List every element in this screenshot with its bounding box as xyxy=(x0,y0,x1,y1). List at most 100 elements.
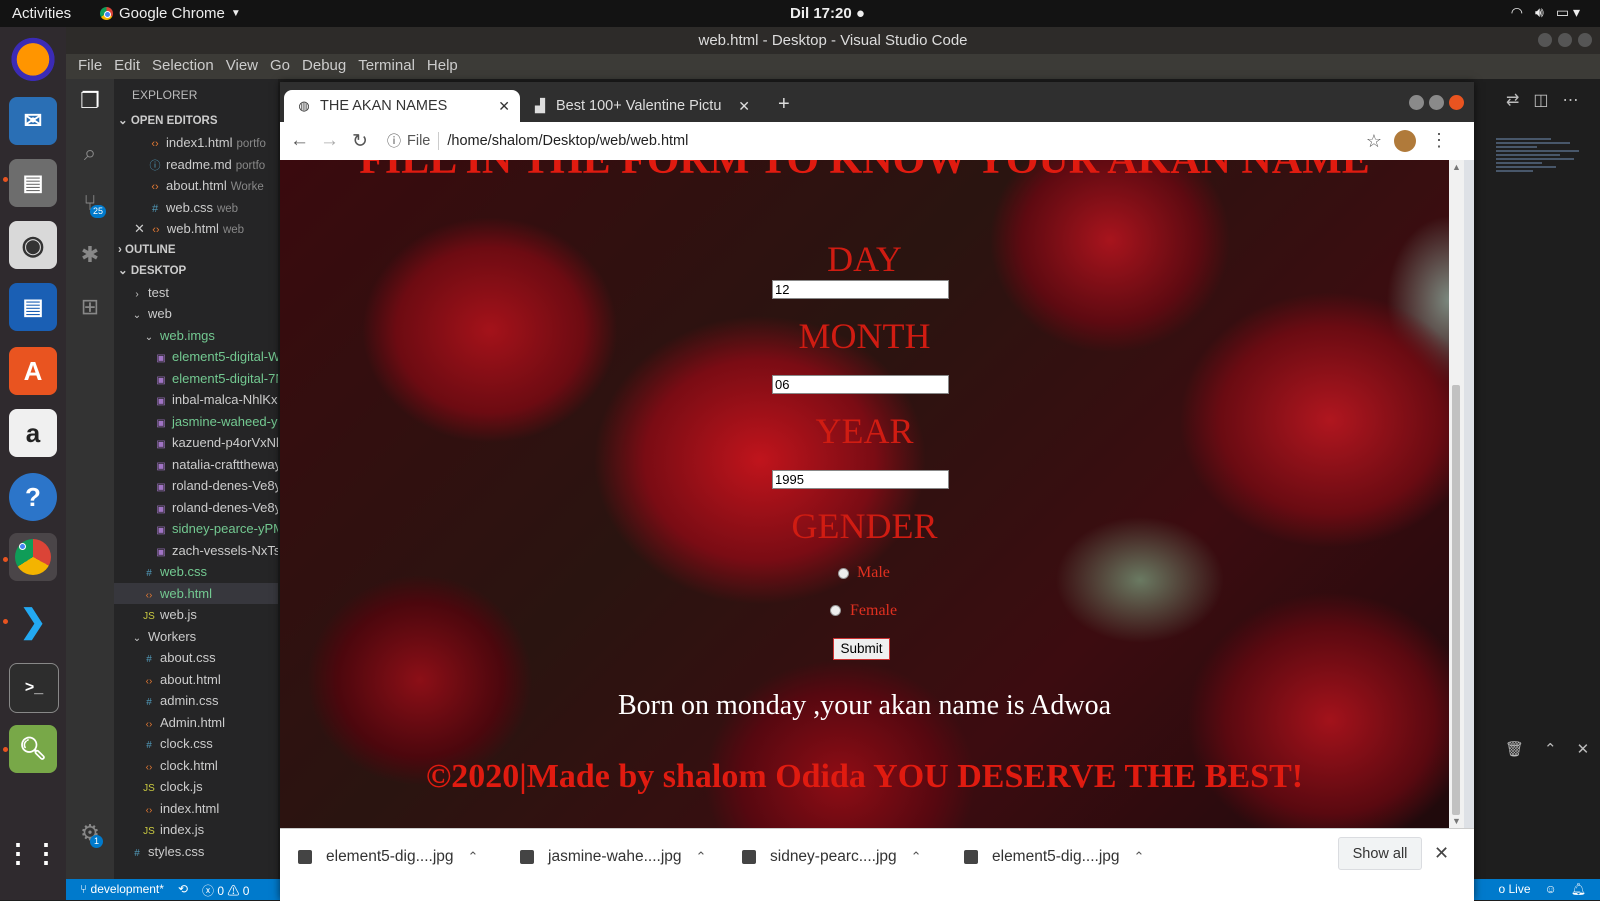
open-editor-item[interactable]: ‹› about.html Worke xyxy=(114,175,278,197)
download-item[interactable]: element5-dig....jpg ⌃ xyxy=(298,847,478,867)
minimize-icon[interactable] xyxy=(1409,95,1424,110)
month-input[interactable]: 06 xyxy=(772,375,949,394)
tree-item[interactable]: ▣ roland-denes-Ve8yy xyxy=(114,497,278,519)
show-all-button[interactable]: Show all xyxy=(1338,837,1422,870)
scroll-up-icon[interactable]: ▲ xyxy=(1452,162,1461,172)
forward-icon[interactable]: → xyxy=(320,130,339,152)
bookmark-star-icon[interactable]: ☆ xyxy=(1366,131,1382,152)
tree-item[interactable]: JS clock.js xyxy=(114,776,278,798)
info-icon[interactable]: ⓘ xyxy=(387,131,401,151)
back-icon[interactable]: ← xyxy=(290,130,309,152)
download-item[interactable]: jasmine-wahe....jpg ⌃ xyxy=(520,847,706,867)
tree-item[interactable]: ▣ element5-digital-7N xyxy=(114,368,278,390)
tree-item[interactable]: ▣ natalia-crafttheway xyxy=(114,454,278,476)
files-icon[interactable]: ▤ xyxy=(9,159,57,207)
maximize-icon[interactable] xyxy=(1429,95,1444,110)
feedback-icon[interactable]: ☺ xyxy=(1545,882,1557,896)
download-item[interactable]: element5-dig....jpg ⌃ xyxy=(964,847,1144,867)
menu-terminal[interactable]: Terminal xyxy=(352,54,421,79)
tree-item[interactable]: ▣ roland-denes-Ve8yy xyxy=(114,475,278,497)
scrollbar-thumb[interactable] xyxy=(1452,385,1460,815)
rhythmbox-icon[interactable]: ◉ xyxy=(9,221,57,269)
tree-item[interactable]: ▣ inbal-malca-NhlKx6 xyxy=(114,389,278,411)
activities-button[interactable]: Activities xyxy=(12,5,71,22)
tree-item[interactable]: # styles.css xyxy=(114,841,278,863)
download-item[interactable]: sidney-pearc....jpg ⌃ xyxy=(742,847,922,867)
thunderbird-icon[interactable]: ✉ xyxy=(9,97,57,145)
tab-close-icon[interactable]: ✕ xyxy=(498,98,510,115)
tree-item[interactable]: # about.css xyxy=(114,647,278,669)
system-tray[interactable]: ◠ 🔊︎ ▭ ▾ xyxy=(1511,4,1580,21)
trash-icon[interactable]: 🗑︎ xyxy=(1505,740,1524,758)
sync-icon[interactable]: ⟲ xyxy=(178,882,188,899)
minimap[interactable] xyxy=(1496,136,1588,206)
tab-akan-names[interactable]: ◍ THE AKAN NAMES ✕ xyxy=(284,90,520,122)
chevron-up-icon[interactable]: ⌃ xyxy=(911,849,922,865)
notifications-icon[interactable]: 🔔︎ xyxy=(1571,882,1586,896)
tree-item[interactable]: ⌄ web xyxy=(114,303,278,325)
tree-item[interactable]: ▣ jasmine-waheed-yH xyxy=(114,411,278,433)
submit-button[interactable]: Submit xyxy=(833,638,890,660)
split-editor-icon[interactable]: ◫ xyxy=(1533,90,1548,110)
tree-item[interactable]: ▣ kazuend-p4orVxNl5 xyxy=(114,432,278,454)
open-editor-item[interactable]: ⓘ readme.md portfo xyxy=(114,154,278,176)
branch-indicator[interactable]: ⑂ development* xyxy=(80,882,164,899)
scroll-down-icon[interactable]: ▼ xyxy=(1452,816,1461,826)
desktop-section[interactable]: ⌄ DESKTOP xyxy=(114,261,278,282)
new-tab-button[interactable]: + xyxy=(778,93,790,116)
live-server-indicator[interactable]: o Live xyxy=(1498,882,1530,896)
debug-icon[interactable]: ✱ xyxy=(78,243,102,267)
close-shelf-icon[interactable]: ✕ xyxy=(1434,843,1449,864)
settings-gear-icon[interactable]: ⚙ 1 xyxy=(78,821,104,848)
firefox-icon[interactable] xyxy=(9,33,57,81)
open-editor-item[interactable]: # web.css web xyxy=(114,197,278,219)
menu-go[interactable]: Go xyxy=(264,54,296,79)
writer-icon[interactable]: ▤ xyxy=(9,283,57,331)
male-radio[interactable] xyxy=(838,568,849,579)
terminal-icon[interactable]: >_ xyxy=(9,663,59,713)
day-input[interactable]: 12 xyxy=(772,280,949,299)
problems-indicator[interactable]: ⓧ 0 ⚠ 0 xyxy=(202,882,249,899)
chevron-up-icon[interactable]: ⌃ xyxy=(1134,849,1145,865)
tree-item[interactable]: ▣ sidney-pearce-yPM xyxy=(114,518,278,540)
maximize-icon[interactable] xyxy=(1558,33,1572,47)
tree-item[interactable]: # web.css xyxy=(114,561,278,583)
menu-view[interactable]: View xyxy=(220,54,264,79)
close-icon[interactable] xyxy=(1449,95,1464,110)
vscode-icon[interactable]: ❯ xyxy=(9,597,57,645)
outline-section[interactable]: › OUTLINE xyxy=(114,240,278,261)
menu-edit[interactable]: Edit xyxy=(108,54,146,79)
tree-item[interactable]: ▣ zach-vessels-NxTs_( xyxy=(114,540,278,562)
tree-item[interactable]: JS index.js xyxy=(114,819,278,841)
tree-item[interactable]: JS web.js xyxy=(114,604,278,626)
vertical-scrollbar[interactable]: ▲ ▼ xyxy=(1449,160,1464,828)
address-bar[interactable]: ⓘ File /home/shalom/Desktop/web/web.html xyxy=(387,126,1402,156)
more-actions-icon[interactable]: ⋯ xyxy=(1563,90,1579,110)
tree-item[interactable]: ⌄ Workers xyxy=(114,626,278,648)
tree-item[interactable]: ⌄ web.imgs xyxy=(114,325,278,347)
minimize-icon[interactable] xyxy=(1538,33,1552,47)
chrome-dock-icon[interactable] xyxy=(9,533,57,581)
compare-icon[interactable]: ⇄ xyxy=(1506,90,1519,110)
source-control-icon[interactable]: ⑂ 25 xyxy=(78,191,107,218)
tree-item[interactable]: › test xyxy=(114,282,278,304)
close-editor-icon[interactable]: ✕ xyxy=(134,221,145,236)
help-icon[interactable]: ? xyxy=(9,473,57,521)
profile-avatar[interactable] xyxy=(1394,130,1416,152)
image-viewer-icon[interactable]: 🔍︎ xyxy=(9,725,57,773)
female-radio[interactable] xyxy=(830,605,841,616)
amazon-icon[interactable]: a xyxy=(9,409,57,457)
menu-file[interactable]: File xyxy=(72,54,108,79)
tree-item[interactable]: ‹› about.html xyxy=(114,669,278,691)
menu-debug[interactable]: Debug xyxy=(296,54,352,79)
extensions-icon[interactable]: ⊞ xyxy=(78,295,102,319)
tab-valentine-pictures[interactable]: ▟ Best 100+ Valentine Pictu ✕ xyxy=(520,90,760,122)
close-icon[interactable] xyxy=(1578,33,1592,47)
explorer-icon[interactable]: ❐ xyxy=(78,89,102,113)
menu-selection[interactable]: Selection xyxy=(146,54,220,79)
tab-close-icon[interactable]: ✕ xyxy=(738,98,750,115)
tree-item[interactable]: ▣ element5-digital-W xyxy=(114,346,278,368)
tree-item[interactable]: # clock.css xyxy=(114,733,278,755)
chevron-up-icon[interactable]: ⌃ xyxy=(696,849,707,865)
search-icon[interactable]: ⌕ xyxy=(78,141,102,165)
